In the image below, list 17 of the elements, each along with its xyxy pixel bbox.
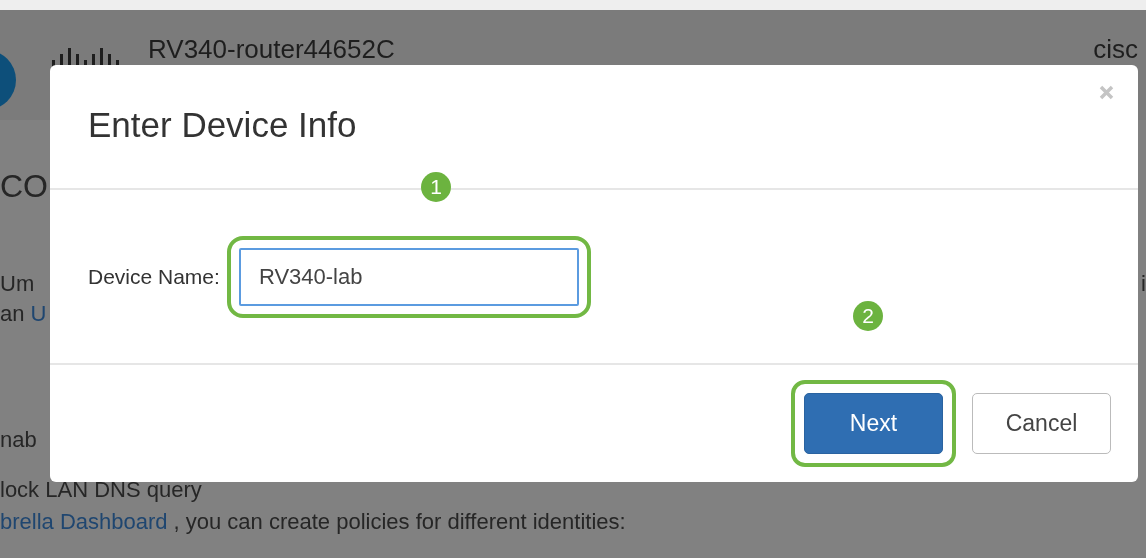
body-text: an bbox=[0, 301, 25, 327]
cancel-button[interactable]: Cancel bbox=[972, 393, 1111, 454]
body-text: i bbox=[1141, 271, 1146, 297]
step-badge: 2 bbox=[853, 301, 883, 331]
device-title: RV340-router44652C bbox=[148, 34, 395, 65]
dialog-title: Enter Device Info bbox=[88, 104, 357, 145]
body-text: lock LAN DNS query bbox=[0, 477, 202, 503]
step-badge: 1 bbox=[421, 172, 451, 202]
body-text: Um bbox=[0, 271, 35, 297]
device-name-field[interactable]: RV340-lab bbox=[238, 247, 579, 306]
body-text: , you can create policies for different identities: bbox=[173, 509, 626, 535]
body-text: nab bbox=[0, 427, 37, 453]
close-icon[interactable] bbox=[1099, 85, 1114, 100]
brand-name: cisc bbox=[1093, 34, 1138, 65]
next-button[interactable]: Next bbox=[804, 393, 943, 454]
field-label: Device Name: bbox=[88, 264, 220, 289]
section-heading: CO bbox=[0, 168, 48, 205]
